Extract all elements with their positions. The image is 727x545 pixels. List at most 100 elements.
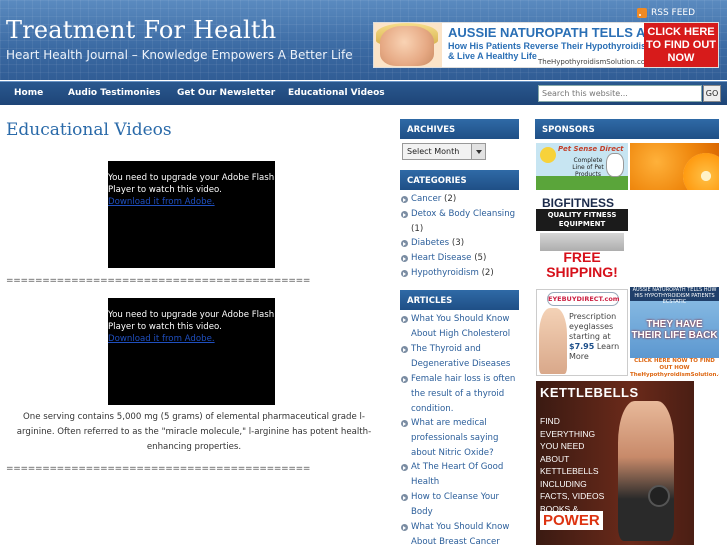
article-item: Female hair loss is often the result of … — [400, 372, 518, 417]
sun-graphic — [540, 147, 556, 163]
ad-woman-image — [380, 26, 434, 66]
archives-dropdown[interactable]: Select Month — [402, 143, 486, 160]
thyroid-ad-cta: CLICK HERE NOW TO FIND OUT HOW TheHypoth… — [630, 358, 719, 380]
sponsor-thyroid-ad[interactable]: AUSSIE NATUROPATH TELLS HOW HIS HYPOTHYR… — [630, 287, 719, 380]
archives-selected-value: Select Month — [407, 147, 460, 156]
fitness-ad-band: QUALITY FITNESS EQUIPMENT — [536, 209, 628, 231]
sponsor-eyewear-ad[interactable]: EYEBUYDIRECT.com Prescription eyeglasses… — [536, 289, 628, 376]
kettlebell-image — [648, 485, 670, 507]
category-item: Diabetes (3) — [400, 236, 518, 251]
flash-upgrade-message: You need to upgrade your Adobe Flash Pla… — [108, 173, 275, 195]
kettlebells-ad-brand: POWER — [540, 511, 603, 530]
thyroid-ad-headline: THEY HAVE THEIR LIFE BACK — [631, 319, 718, 341]
sponsor-pet-ad[interactable]: Pet Sense Direct Complete Line of Pet Pr… — [536, 143, 628, 190]
grass-graphic — [536, 176, 628, 190]
content-separator: ========================================… — [6, 464, 311, 474]
ad-headline: AUSSIE NATUROPATH TELLS ALL — [448, 25, 662, 40]
site-tagline: Heart Health Journal – Knowledge Empower… — [6, 48, 353, 62]
article-item: What You Should Know About High Choleste… — [400, 312, 518, 342]
article-link[interactable]: How to Cleanse Your Body — [411, 492, 499, 517]
bullet-arrow-icon — [401, 524, 408, 531]
nav-newsletter[interactable]: Get Our Newsletter — [177, 88, 275, 98]
search-input[interactable] — [538, 85, 702, 102]
rss-icon — [637, 8, 647, 18]
bullet-arrow-icon — [401, 240, 408, 247]
content-separator: ========================================… — [6, 276, 311, 286]
category-item: Cancer (2) — [400, 192, 518, 207]
sponsors-heading: SPONSORS — [535, 119, 719, 139]
category-link[interactable]: Detox & Body Cleansing — [411, 209, 515, 219]
article-link[interactable]: What You Should Know About High Choleste… — [411, 314, 510, 339]
article-link[interactable]: The Thyroid and Degenerative Diseases — [411, 344, 510, 369]
ad-cta-button[interactable]: CLICK HERE TO FIND OUT NOW — [644, 23, 718, 67]
athlete-image — [618, 401, 674, 541]
header-banner-ad[interactable]: AUSSIE NATUROPATH TELLS ALL How His Pati… — [373, 22, 719, 68]
woman-image — [539, 308, 567, 374]
sponsor-orange-ad[interactable] — [630, 143, 719, 190]
sponsor-kettlebells-ad[interactable]: KETTLEBELLS FIND EVERYTHING YOU NEED ABO… — [536, 381, 694, 545]
page-title: Educational Videos — [6, 120, 172, 140]
video-player-2[interactable]: You need to upgrade your Adobe Flash Pla… — [108, 298, 275, 405]
bullet-arrow-icon — [401, 196, 408, 203]
bullet-arrow-icon — [401, 255, 408, 262]
nav-home[interactable]: Home — [14, 88, 43, 98]
bullet-arrow-icon — [401, 346, 408, 353]
download-flash-link[interactable]: Download it from Adobe. — [108, 196, 275, 208]
nav-educational-videos[interactable]: Educational Videos — [288, 88, 385, 98]
category-item: Heart Disease (5) — [400, 251, 518, 266]
bullet-arrow-icon — [401, 376, 408, 383]
category-count: (2) — [444, 194, 457, 204]
article-item: At The Heart Of Good Health — [400, 460, 518, 490]
eyewear-ad-text: Prescription eyeglasses starting at $7.9… — [569, 312, 627, 362]
category-count: (2) — [481, 268, 494, 278]
category-link[interactable]: Heart Disease — [411, 253, 471, 263]
rss-feed-label: RSS FEED — [651, 8, 696, 18]
ad-subheadline-1: How His Patients Reverse Their Hypothyro… — [448, 41, 655, 51]
search-button[interactable]: GO — [703, 85, 721, 102]
eyewear-ad-copy: Prescription eyeglasses starting at — [569, 312, 617, 341]
article-item: What You Should Know About Breast Cancer — [400, 520, 518, 545]
flash-upgrade-message: You need to upgrade your Adobe Flash Pla… — [108, 310, 275, 332]
site-header: Treatment For Health Heart Health Journa… — [0, 0, 727, 80]
article-link[interactable]: Female hair loss is often the result of … — [411, 374, 515, 414]
category-link[interactable]: Cancer — [411, 194, 441, 204]
categories-heading: CATEGORIES — [400, 170, 519, 190]
download-flash-link[interactable]: Download it from Adobe. — [108, 333, 275, 345]
eyewear-ad-logo: EYEBUYDIRECT.com — [547, 292, 620, 306]
article-item: How to Cleanse Your Body — [400, 490, 518, 520]
rss-feed-link[interactable]: RSS FEED — [637, 8, 695, 18]
orange-slice-image — [683, 153, 719, 190]
article-link[interactable]: At The Heart Of Good Health — [411, 462, 503, 487]
video-player-1[interactable]: You need to upgrade your Adobe Flash Pla… — [108, 161, 275, 268]
nav-audio-testimonies[interactable]: Audio Testimonies — [68, 88, 161, 98]
bullet-arrow-icon — [401, 464, 408, 471]
eyewear-ad-price: $7.95 — [569, 342, 595, 351]
ad-url: TheHypothyroidismSolution.com — [538, 58, 652, 66]
article-link[interactable]: What You Should Know About Breast Cancer — [411, 522, 509, 545]
bullet-arrow-icon — [401, 420, 408, 427]
category-link[interactable]: Diabetes — [411, 238, 449, 248]
article-text: One serving contains 5,000 mg (5 grams) … — [16, 412, 372, 452]
dog-image — [606, 153, 624, 177]
sponsor-fitness-ad[interactable]: BIGFITNESS QUALITY FITNESS EQUIPMENT FRE… — [536, 195, 628, 286]
article-link[interactable]: What are medical professionals saying ab… — [411, 418, 498, 458]
category-count: (5) — [474, 253, 487, 263]
category-link[interactable]: Hypothyroidism — [411, 268, 479, 278]
articles-heading: ARTICLES — [400, 290, 519, 310]
fitness-ad-free-shipping: FREE SHIPPING! — [546, 249, 618, 280]
kettlebells-ad-heading: KETTLEBELLS — [540, 385, 639, 400]
pet-ad-logo: Pet Sense Direct — [558, 145, 624, 153]
main-navigation: Home Audio Testimonies Get Our Newslette… — [0, 81, 727, 105]
archives-heading: ARCHIVES — [400, 119, 519, 139]
pet-ad-text: Complete Line of Pet Products — [572, 157, 604, 178]
category-item: Hypothyroidism (2) — [400, 266, 518, 281]
article-item: What are medical professionals saying ab… — [400, 416, 518, 461]
bullet-arrow-icon — [401, 270, 408, 277]
bullet-arrow-icon — [401, 494, 408, 501]
thyroid-ad-top: AUSSIE NATUROPATH TELLS HOW HIS HYPOTHYR… — [630, 287, 719, 305]
chevron-down-icon — [471, 144, 485, 159]
fitness-ad-brand: BIGFITNESS — [542, 196, 615, 210]
bullet-arrow-icon — [401, 211, 408, 218]
site-title[interactable]: Treatment For Health — [6, 16, 276, 44]
article-item: The Thyroid and Degenerative Diseases — [400, 342, 518, 372]
